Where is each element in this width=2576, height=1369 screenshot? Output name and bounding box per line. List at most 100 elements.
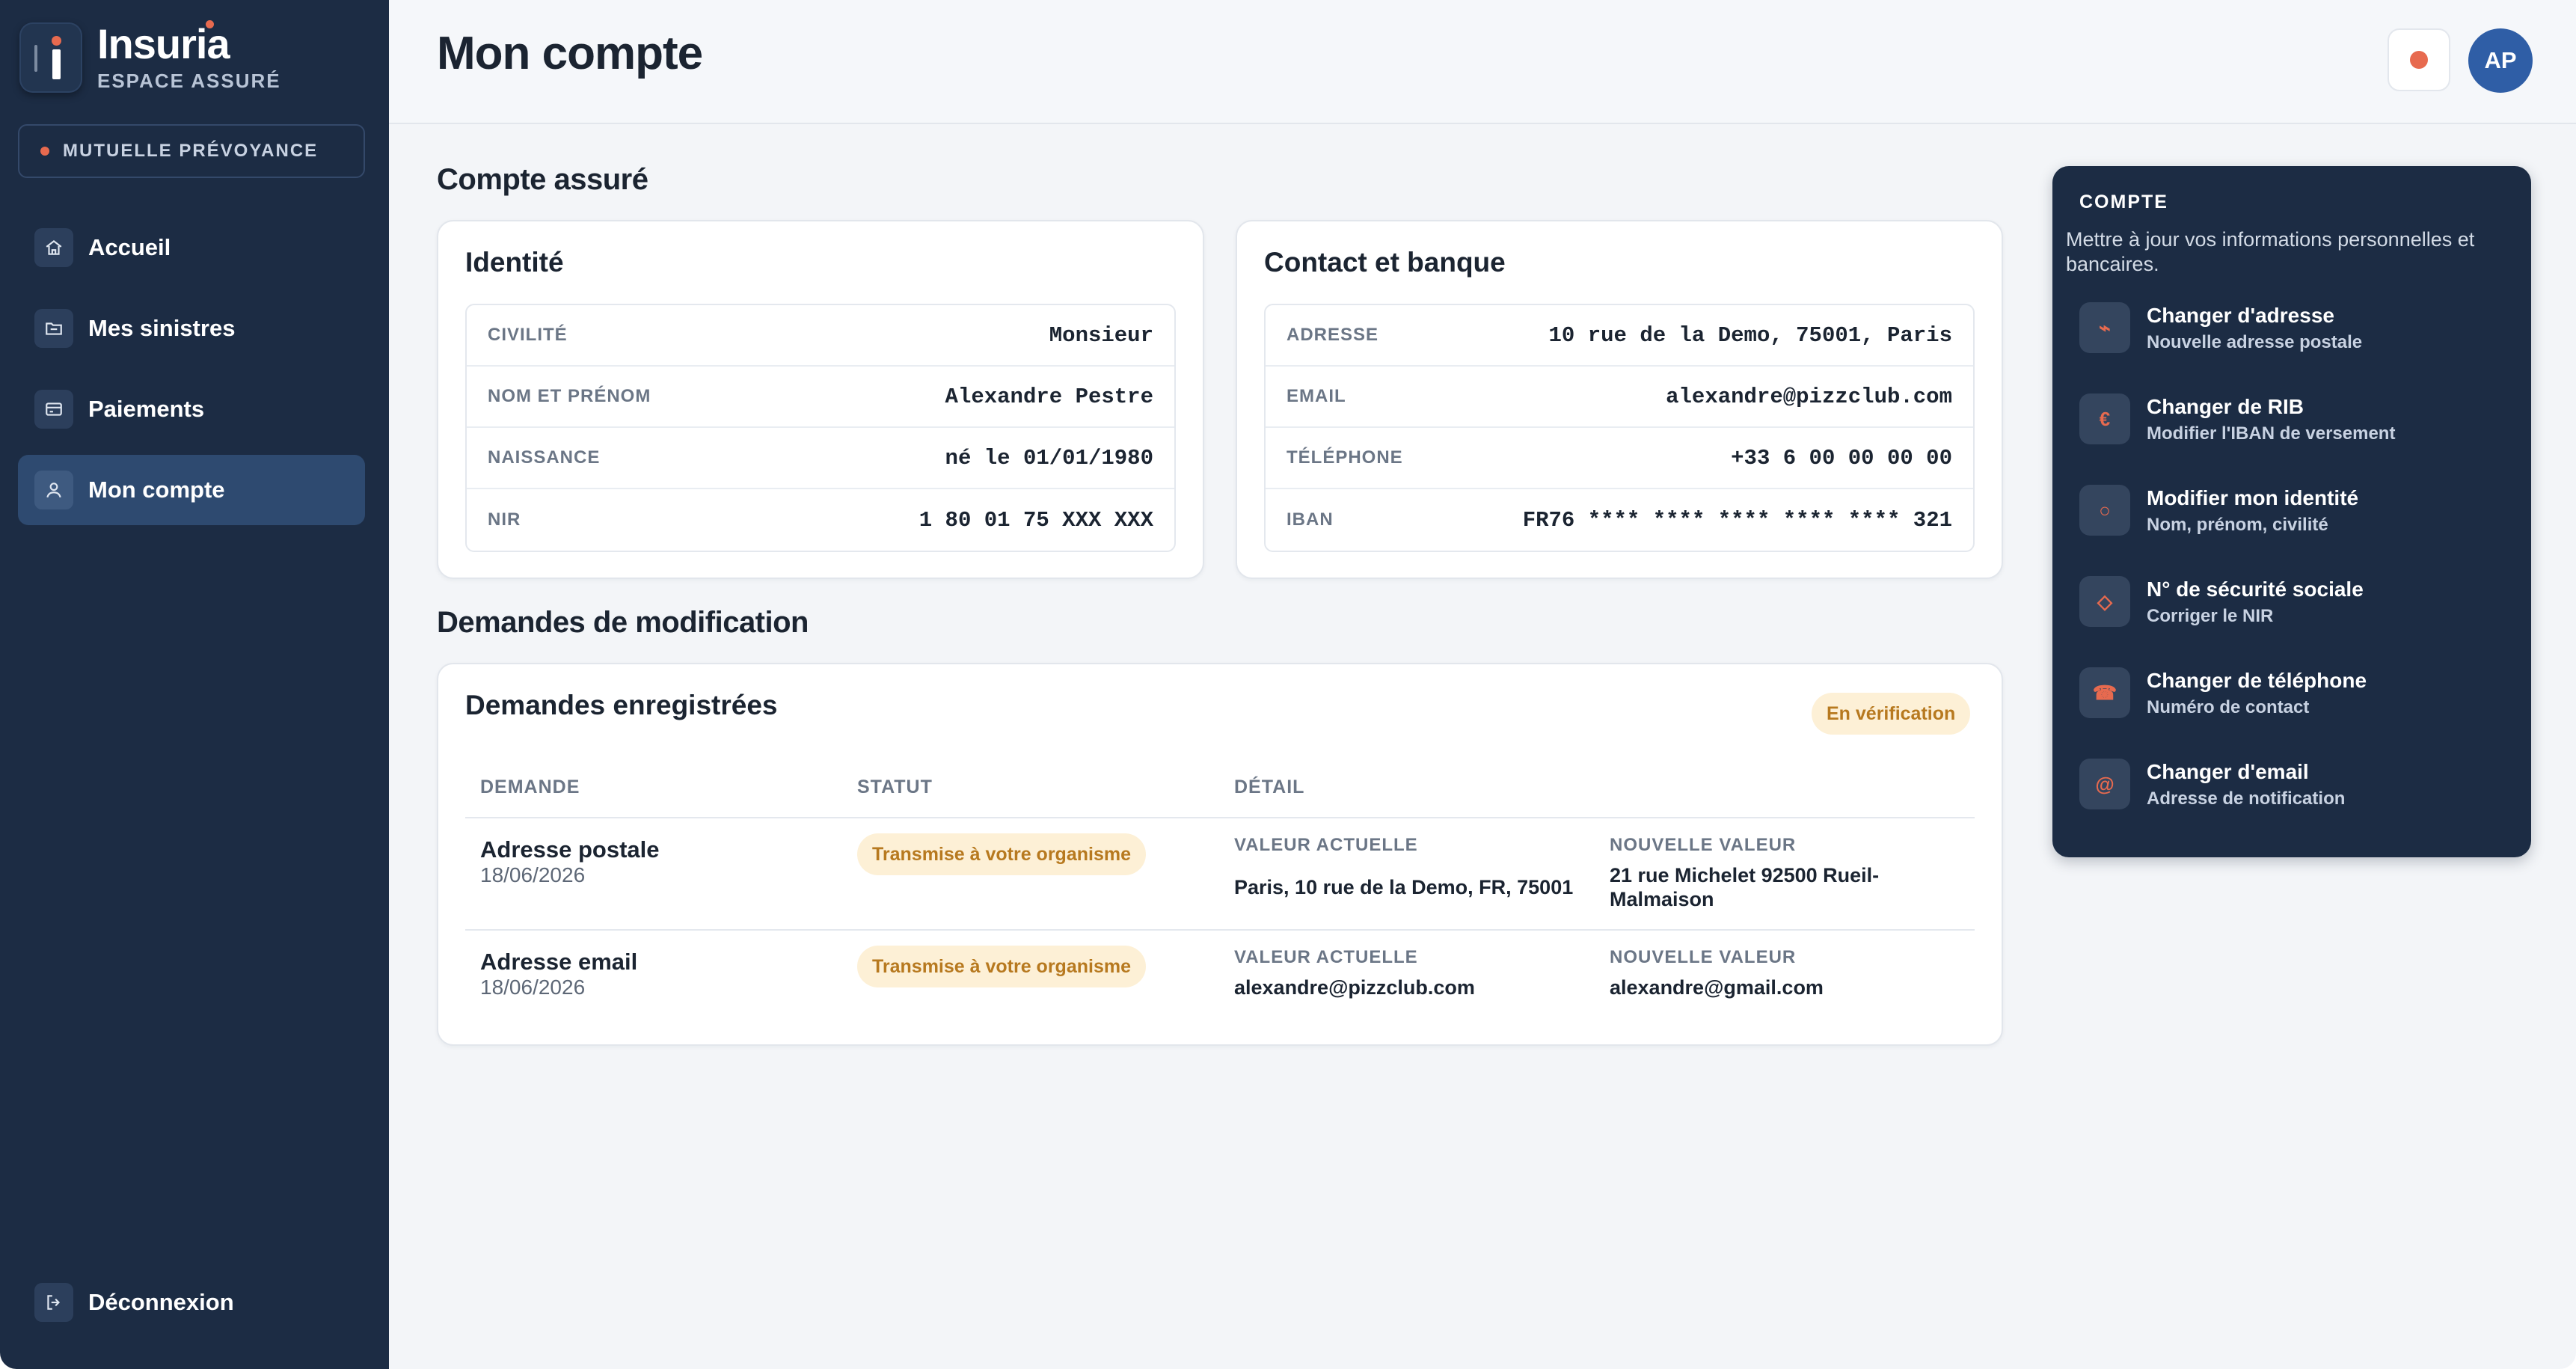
contact-list: ADRESSE 10 rue de la Demo, 75001, Paris …	[1264, 304, 1975, 552]
action-subtitle: Adresse de notification	[2147, 788, 2346, 809]
organization-badge: MUTUELLE PRÉVOYANCE	[18, 124, 365, 178]
pin-icon: ⌁	[2079, 302, 2130, 353]
current-value: alexandre@pizzclub.com	[1234, 976, 1475, 999]
column-header-demande: DEMANDE	[480, 777, 580, 797]
field-value: alexandre@pizzclub.com	[1666, 384, 1952, 409]
contact-row-email: EMAIL alexandre@pizzclub.com	[1266, 367, 1973, 428]
card-icon	[34, 390, 73, 429]
sidebar-item-accueil[interactable]: Accueil	[18, 212, 365, 283]
notification-button[interactable]	[2388, 28, 2450, 91]
request-status-badge: Transmise à votre organisme	[857, 946, 1146, 987]
change-phone-button[interactable]: ☎ Changer de téléphone Numéro de contact	[2079, 660, 2513, 726]
request-title: Adresse email	[480, 949, 638, 975]
request-status-badge: Transmise à votre organisme	[857, 833, 1146, 875]
edit-identity-button[interactable]: ○ Modifier mon identité Nom, prénom, civ…	[2079, 477, 2513, 543]
request-date: 18/06/2026	[480, 976, 586, 999]
action-subtitle: Numéro de contact	[2147, 697, 2310, 717]
account-actions-panel: COMPTE Mettre à jour vos informations pe…	[2052, 166, 2531, 857]
field-value: né le 01/01/1980	[945, 445, 1153, 471]
change-rib-button[interactable]: € Changer de RIB Modifier l'IBAN de vers…	[2079, 386, 2513, 452]
sidebar-item-label: Paiements	[88, 396, 205, 422]
current-value-label: VALEUR ACTUELLE	[1234, 947, 1418, 967]
account-section-title: Compte assuré	[437, 163, 648, 196]
status-badge: En vérification	[1812, 693, 1971, 735]
new-value: 21 rue Michelet 92500 Rueil-Malmaison	[1610, 864, 1880, 911]
identity-row-nom: NOM ET PRÉNOM Alexandre Pestre	[467, 367, 1174, 428]
sidebar-item-label: Accueil	[88, 234, 171, 260]
identity-card-title: Identité	[465, 247, 564, 278]
field-value: Monsieur	[1049, 322, 1153, 348]
requests-card: Demandes enregistrées En vérification DE…	[437, 663, 2003, 1046]
euro-icon: €	[2079, 393, 2130, 444]
logout-button[interactable]: Déconnexion	[18, 1267, 365, 1338]
page-header: Mon compte AP	[389, 0, 2576, 124]
change-address-button[interactable]: ⌁ Changer d'adresse Nouvelle adresse pos…	[2079, 295, 2513, 361]
field-label: IBAN	[1287, 509, 1334, 530]
field-value: +33 6 00 00 00 00	[1731, 445, 1952, 471]
field-value: FR76 **** **** **** **** **** 321	[1522, 507, 1952, 533]
notification-dot-icon	[2410, 51, 2428, 69]
request-date: 18/06/2026	[480, 863, 586, 886]
folder-icon	[34, 309, 73, 348]
logout-icon	[34, 1283, 73, 1322]
sidebar-item-label: Mes sinistres	[88, 315, 236, 341]
brand-name: Insuria	[97, 19, 230, 67]
brand-logo-icon	[19, 22, 82, 93]
action-title: Changer de RIB	[2147, 395, 2304, 418]
field-label: CIVILITÉ	[488, 325, 568, 345]
sidebar-item-paiements[interactable]: Paiements	[18, 374, 365, 444]
identity-row-nir: NIR 1 80 01 75 XXX XXX	[467, 489, 1174, 551]
field-value: Alexandre Pestre	[945, 384, 1153, 409]
field-label: EMAIL	[1287, 386, 1346, 406]
action-title: Changer d'adresse	[2147, 304, 2334, 327]
field-label: NIR	[488, 509, 521, 530]
request-title: Adresse postale	[480, 836, 660, 863]
identity-card: Identité CIVILITÉ Monsieur NOM ET PRÉNOM…	[437, 220, 1204, 579]
action-title: Changer de téléphone	[2147, 669, 2367, 692]
action-subtitle: Nouvelle adresse postale	[2147, 332, 2363, 352]
sidebar-item-mes-sinistres[interactable]: Mes sinistres	[18, 293, 365, 364]
organization-label: MUTUELLE PRÉVOYANCE	[63, 141, 319, 161]
contact-row-telephone: TÉLÉPHONE +33 6 00 00 00 00	[1266, 428, 1973, 489]
diamond-icon: ◇	[2079, 576, 2130, 627]
logout-label: Déconnexion	[88, 1289, 234, 1315]
panel-title: COMPTE	[2079, 192, 2168, 212]
column-header-statut: STATUT	[857, 777, 933, 797]
status-dot-icon	[40, 147, 49, 156]
action-subtitle: Nom, prénom, civilité	[2147, 515, 2328, 535]
contact-row-iban: IBAN FR76 **** **** **** **** **** 321	[1266, 489, 1973, 551]
field-label: NAISSANCE	[488, 447, 601, 468]
requests-section-title: Demandes de modification	[437, 606, 809, 639]
field-label: NOM ET PRÉNOM	[488, 386, 651, 406]
identity-list: CIVILITÉ Monsieur NOM ET PRÉNOM Alexandr…	[465, 304, 1176, 552]
table-divider	[465, 929, 1975, 931]
page-title: Mon compte	[437, 28, 703, 79]
brand-subtitle: ESPACE ASSURÉ	[97, 69, 281, 92]
current-value-label: VALEUR ACTUELLE	[1234, 835, 1418, 855]
phone-icon: ☎	[2079, 667, 2130, 718]
social-security-button[interactable]: ◇ N° de sécurité sociale Corriger le NIR	[2079, 569, 2513, 634]
contact-card: Contact et banque ADRESSE 10 rue de la D…	[1236, 220, 2003, 579]
avatar[interactable]: AP	[2468, 28, 2533, 93]
circle-icon: ○	[2079, 485, 2130, 536]
table-divider	[465, 817, 1975, 818]
action-title: Changer d'email	[2147, 760, 2309, 783]
column-header-detail: DÉTAIL	[1234, 777, 1305, 797]
at-icon: @	[2079, 759, 2130, 809]
sidebar-item-label: Mon compte	[88, 477, 225, 503]
action-title: N° de sécurité sociale	[2147, 578, 2364, 601]
change-email-button[interactable]: @ Changer d'email Adresse de notificatio…	[2079, 751, 2513, 817]
new-value: alexandre@gmail.com	[1610, 976, 1824, 999]
brand[interactable]: Insuria ESPACE ASSURÉ	[19, 19, 281, 93]
user-icon	[34, 471, 73, 509]
requests-card-title: Demandes enregistrées	[465, 690, 778, 720]
sidebar-nav: Accueil Mes sinistres Paiements Mon comp…	[18, 212, 365, 536]
action-title: Modifier mon identité	[2147, 486, 2359, 509]
new-value-label: NOUVELLE VALEUR	[1610, 835, 1797, 855]
sidebar-item-mon-compte[interactable]: Mon compte	[18, 455, 365, 525]
app-window: Insuria ESPACE ASSURÉ MUTUELLE PRÉVOYANC…	[0, 0, 2576, 1369]
field-value: 1 80 01 75 XXX XXX	[919, 507, 1153, 533]
identity-row-civilite: CIVILITÉ Monsieur	[467, 305, 1174, 367]
new-value-label: NOUVELLE VALEUR	[1610, 947, 1797, 967]
field-label: TÉLÉPHONE	[1287, 447, 1403, 468]
